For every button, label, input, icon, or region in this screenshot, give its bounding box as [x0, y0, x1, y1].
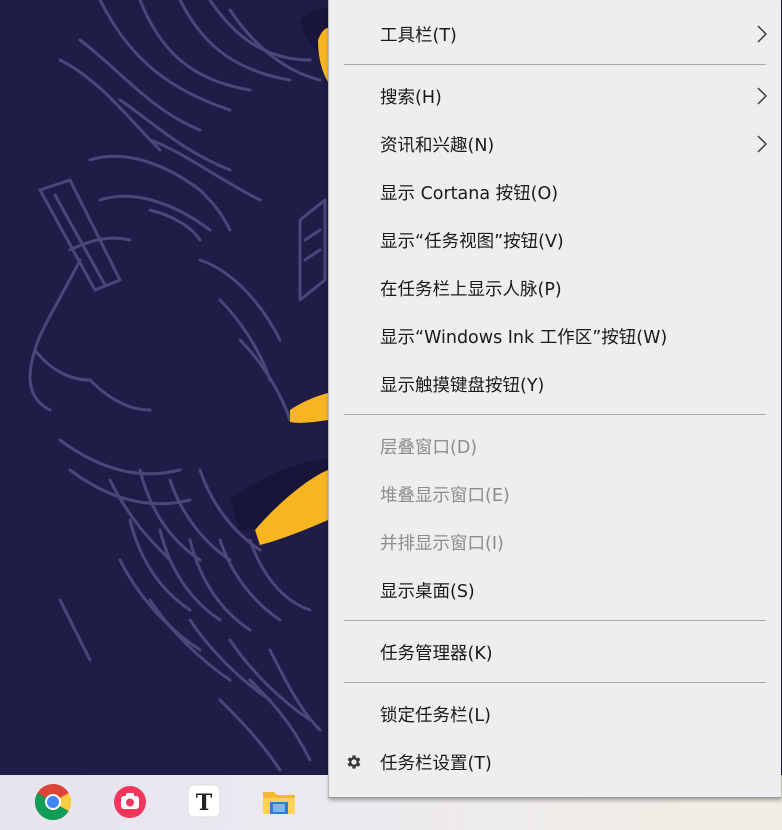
menu-separator [344, 414, 766, 415]
menu-item-label: 锁定任务栏(L) [380, 705, 491, 726]
menu-separator [344, 620, 766, 621]
camera-app-icon[interactable] [111, 783, 149, 821]
menu-item-label: 显示“任务视图”按钮(V) [380, 231, 564, 252]
menu-item-label: 并排显示窗口(I) [380, 533, 504, 554]
menu-item-show-people[interactable]: 在任务栏上显示人脉(P) [329, 268, 781, 308]
chevron-right-icon [757, 25, 767, 43]
menu-item-task-manager[interactable]: 任务管理器(K) [329, 632, 781, 672]
menu-item-label: 资讯和兴趣(N) [380, 135, 495, 156]
text-editor-glyph: T [196, 790, 213, 816]
menu-item-stack-windows: 堆叠显示窗口(E) [329, 474, 781, 514]
menu-item-search[interactable]: 搜索(H) [329, 76, 781, 116]
chrome-icon[interactable] [34, 783, 72, 821]
menu-item-lock-taskbar[interactable]: 锁定任务栏(L) [329, 694, 781, 734]
gear-icon [347, 755, 361, 769]
menu-separator [344, 682, 766, 683]
menu-item-label: 层叠窗口(D) [380, 437, 478, 458]
menu-item-label: 任务栏设置(T) [380, 753, 492, 774]
menu-item-show-touch-keyboard[interactable]: 显示触摸键盘按钮(Y) [329, 364, 781, 404]
menu-item-side-by-side-windows: 并排显示窗口(I) [329, 522, 781, 562]
chevron-right-icon [757, 135, 767, 153]
menu-item-cascade-windows: 层叠窗口(D) [329, 426, 781, 466]
menu-item-label: 显示“Windows Ink 工作区”按钮(W) [380, 327, 668, 348]
menu-item-label: 显示触摸键盘按钮(Y) [380, 375, 545, 396]
menu-item-label: 任务管理器(K) [380, 643, 493, 664]
menu-item-show-desktop[interactable]: 显示桌面(S) [329, 570, 781, 610]
desktop: T 工具栏(T) 搜索(H) 资讯和兴趣(N) 显示 Cortana 按钮(O)… [0, 0, 782, 830]
menu-item-label: 堆叠显示窗口(E) [380, 485, 510, 506]
menu-item-news-and-interests[interactable]: 资讯和兴趣(N) [329, 124, 781, 164]
text-editor-icon[interactable]: T [185, 783, 223, 821]
menu-separator [344, 64, 766, 65]
menu-item-label: 在任务栏上显示人脉(P) [380, 279, 562, 300]
menu-item-taskbar-settings[interactable]: 任务栏设置(T) [329, 742, 781, 782]
menu-item-label: 搜索(H) [380, 87, 442, 108]
menu-item-label: 显示桌面(S) [380, 581, 475, 602]
menu-item-label: 工具栏(T) [380, 25, 457, 46]
menu-item-show-windows-ink[interactable]: 显示“Windows Ink 工作区”按钮(W) [329, 316, 781, 356]
menu-item-toolbars[interactable]: 工具栏(T) [329, 14, 781, 54]
menu-item-show-cortana[interactable]: 显示 Cortana 按钮(O) [329, 172, 781, 212]
menu-item-label: 显示 Cortana 按钮(O) [380, 183, 559, 204]
chevron-right-icon [757, 87, 767, 105]
file-explorer-icon[interactable] [260, 783, 298, 821]
taskbar-context-menu: 工具栏(T) 搜索(H) 资讯和兴趣(N) 显示 Cortana 按钮(O) 显… [328, 0, 781, 798]
menu-item-show-task-view[interactable]: 显示“任务视图”按钮(V) [329, 220, 781, 260]
